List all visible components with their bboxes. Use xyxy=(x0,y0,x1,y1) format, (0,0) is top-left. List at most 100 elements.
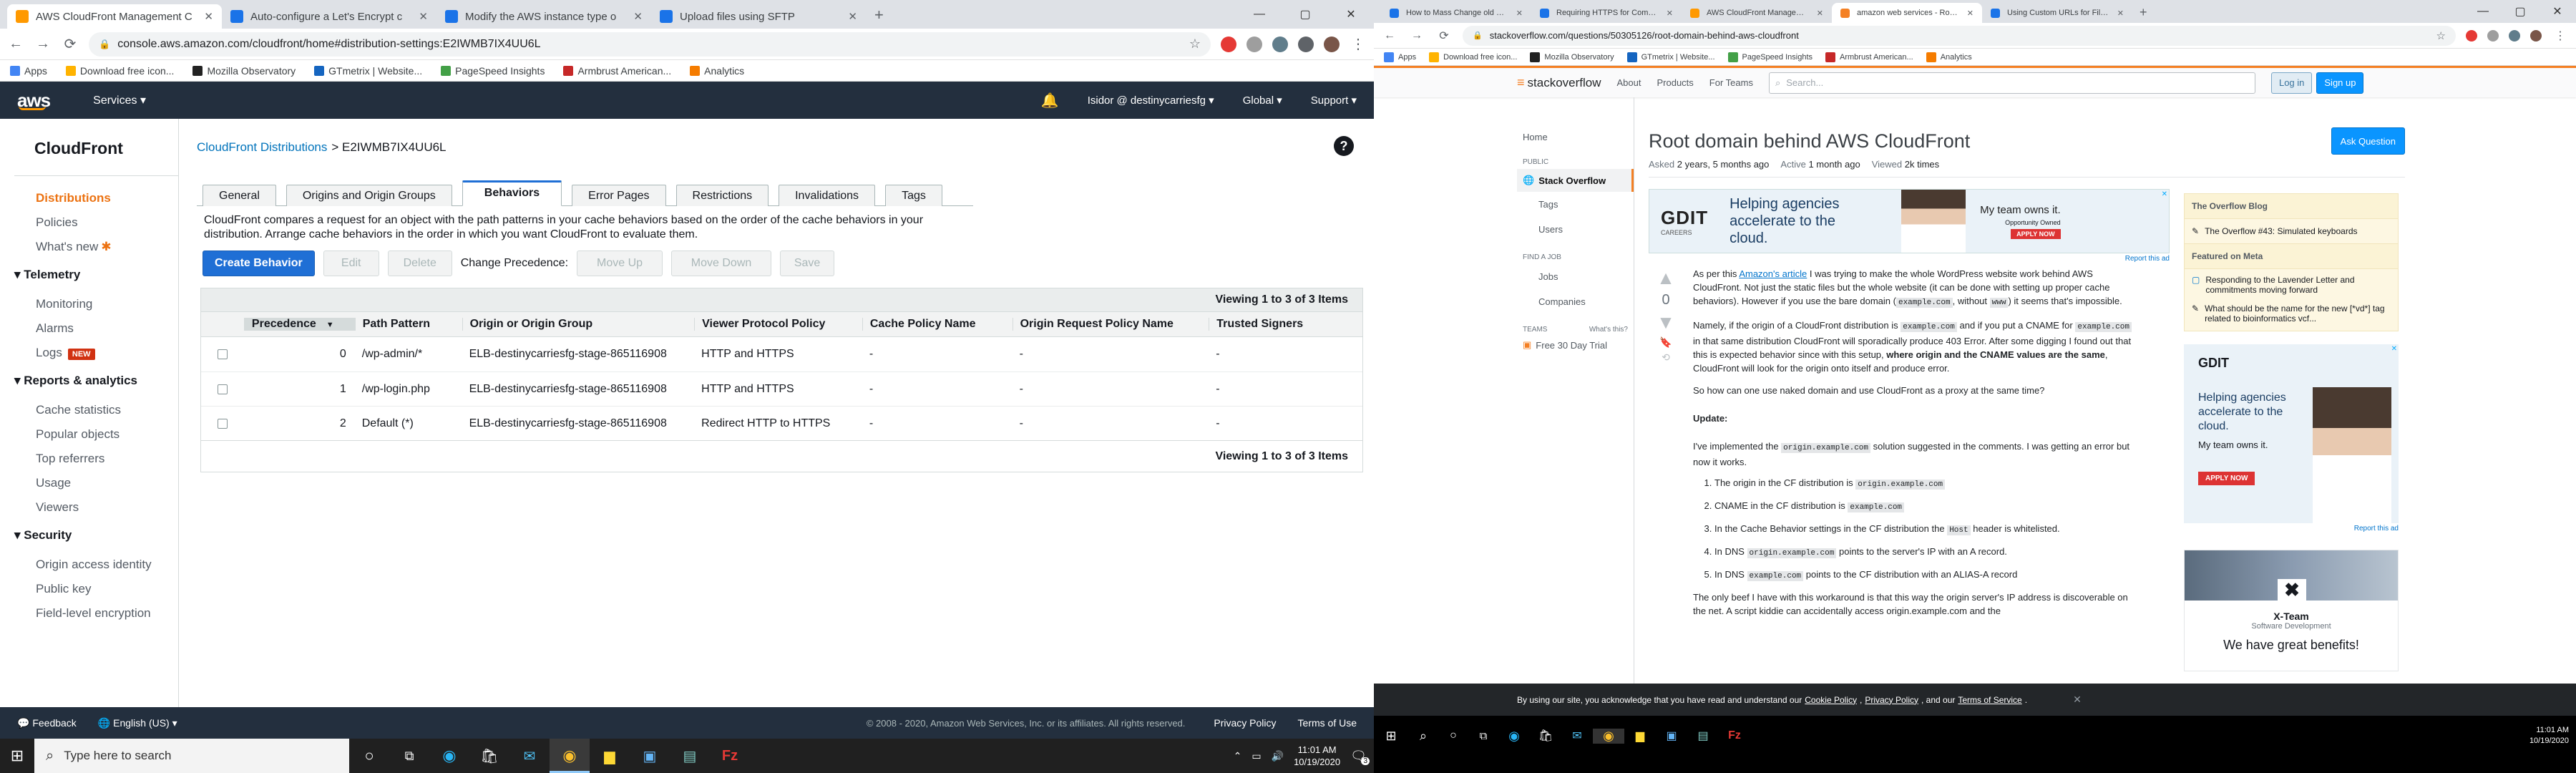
browser-tab[interactable]: Modify the AWS instance type o ✕ xyxy=(436,4,651,29)
privacy-policy-link[interactable]: Privacy Policy xyxy=(1214,717,1276,729)
services-menu[interactable]: Services ▾ xyxy=(93,93,146,107)
table-row[interactable]: 2 Default (*) ELB-destinycarriesfg-stage-8… xyxy=(201,406,1362,440)
back-icon[interactable]: ← xyxy=(7,36,24,52)
app-icon[interactable]: ▤ xyxy=(1687,729,1719,743)
browser-tab[interactable]: Upload files using SFTP ✕ xyxy=(651,4,866,29)
clock[interactable]: 11:01 AM 10/19/2020 xyxy=(1294,744,1340,768)
maximize-icon[interactable]: ▢ xyxy=(2502,0,2539,23)
side-report-ad-link[interactable]: Report this ad xyxy=(2184,525,2399,533)
forward-icon[interactable]: → xyxy=(1408,29,1425,42)
so-nav-for-teams[interactable]: For Teams xyxy=(1709,77,1753,88)
active-value[interactable]: 1 month ago xyxy=(1808,159,1860,170)
row-checkbox[interactable] xyxy=(217,418,228,429)
sidebar-item[interactable]: Viewers xyxy=(36,495,178,520)
login-button[interactable]: Log in xyxy=(2270,72,2313,94)
feedback-link[interactable]: 💬 Feedback xyxy=(17,717,77,729)
bookmark-item[interactable]: Armbrust American... xyxy=(1825,52,1913,62)
star-icon[interactable]: ☆ xyxy=(1189,37,1201,52)
sidebar-item[interactable]: Policies xyxy=(36,210,178,235)
tab-general[interactable]: General xyxy=(203,185,276,206)
side-ad-close-icon[interactable]: ✕ xyxy=(2391,345,2397,353)
file-explorer-icon[interactable]: ▆ xyxy=(1624,729,1656,743)
chrome-taskbar-icon[interactable]: ◉ xyxy=(550,739,590,773)
sidebar-item[interactable]: Field-level encryption xyxy=(36,601,178,626)
question-title[interactable]: Root domain behind AWS CloudFront xyxy=(1649,130,1970,152)
extension-icon[interactable] xyxy=(2466,29,2477,42)
filezilla-icon[interactable]: Fz xyxy=(1719,729,1750,742)
terms-of-service-link[interactable]: Terms of Service xyxy=(1958,695,2021,705)
task-view-icon[interactable]: ⧉ xyxy=(389,749,429,764)
support-menu[interactable]: Support ▾ xyxy=(1311,94,1357,107)
help-icon[interactable]: ? xyxy=(1334,136,1354,156)
sidebar-item[interactable]: Popular objects xyxy=(36,422,178,447)
tab-error-pages[interactable]: Error Pages xyxy=(572,185,666,206)
upvote-icon[interactable]: ▲ xyxy=(1657,267,1675,289)
side-ad-apply[interactable]: APPLY NOW xyxy=(2198,472,2255,485)
edge-icon[interactable]: ◉ xyxy=(429,747,469,765)
bookmark-item[interactable]: Apps xyxy=(1384,52,1416,62)
cortana-icon[interactable]: ○ xyxy=(349,747,389,765)
downvote-icon[interactable]: ▼ xyxy=(1657,311,1675,334)
menu-kebab-icon[interactable]: ⋮ xyxy=(2552,29,2569,43)
tab-behaviors[interactable]: Behaviors xyxy=(462,180,562,206)
tab-close-icon[interactable]: ✕ xyxy=(1516,9,1523,18)
maximize-icon[interactable]: ▢ xyxy=(1282,0,1328,29)
windows-start-icon[interactable]: ⊞ xyxy=(0,739,34,773)
mail-icon[interactable]: ✉ xyxy=(1561,729,1593,743)
minimize-icon[interactable]: — xyxy=(1236,0,1282,29)
browser-tab[interactable]: AWS CloudFront Management C ✕ xyxy=(7,4,222,29)
nav-home[interactable]: Home xyxy=(1517,127,1634,147)
tray-chevron-icon[interactable]: ⌃ xyxy=(1234,750,1242,762)
sort-desc-icon[interactable]: ▼ xyxy=(326,321,334,329)
volume-icon[interactable]: 🔊 xyxy=(1272,750,1284,762)
history-icon[interactable]: ⟲ xyxy=(1662,351,1670,364)
nav-users[interactable]: Users xyxy=(1517,217,1634,242)
row-checkbox[interactable] xyxy=(217,349,228,359)
bookmark-item[interactable]: Analytics xyxy=(1926,52,1972,62)
privacy-policy-link[interactable]: Privacy Policy xyxy=(1865,695,1918,705)
chrome-taskbar-icon[interactable]: ◉ xyxy=(1593,728,1624,744)
column-header[interactable]: Cache Policy Name xyxy=(862,318,1013,331)
sidebar-item[interactable]: Usage xyxy=(36,471,178,495)
nav-stack-overflow[interactable]: 🌐 Stack Overflow xyxy=(1517,169,1634,192)
so-nav-products[interactable]: Products xyxy=(1657,77,1693,88)
region-menu[interactable]: Global ▾ xyxy=(1243,94,1282,107)
reload-icon[interactable]: ⟳ xyxy=(62,35,79,53)
column-header[interactable]: Origin or Origin Group xyxy=(462,318,695,331)
cortana-icon[interactable]: ○ xyxy=(1438,729,1468,742)
bookmark-item[interactable]: Apps xyxy=(10,65,47,77)
column-header[interactable]: Path Pattern xyxy=(354,318,462,331)
bookmark-item[interactable]: Mozilla Observatory xyxy=(192,65,296,77)
extension-icon[interactable] xyxy=(1221,36,1236,52)
bookmark-item[interactable]: PageSpeed Insights xyxy=(1727,52,1813,62)
meta-item[interactable]: ✎ What should be the name for the new [*v… xyxy=(2185,301,2398,331)
tab-close-icon[interactable]: ✕ xyxy=(1667,9,1673,18)
bookmark-item[interactable]: GTmetrix | Website... xyxy=(1626,52,1715,62)
tab-tags[interactable]: Tags xyxy=(885,185,942,206)
tab-close-icon[interactable]: ✕ xyxy=(1817,9,1823,18)
close-window-icon[interactable]: ✕ xyxy=(2539,0,2576,23)
tab-close-icon[interactable]: ✕ xyxy=(204,10,213,23)
table-row[interactable]: 0/wp-admin/* ELB-destinycarriesfg-stage-8… xyxy=(201,337,1362,371)
extensions-puzzle-icon[interactable] xyxy=(1298,36,1314,52)
network-icon[interactable]: ▭ xyxy=(1252,750,1261,762)
menu-kebab-icon[interactable]: ⋮ xyxy=(1350,35,1367,53)
forward-icon[interactable]: → xyxy=(34,36,52,52)
browser-tab[interactable]: AWS CloudFront Management C ✕ xyxy=(1682,3,1832,23)
ask-question-button[interactable]: Ask Question xyxy=(2331,127,2405,155)
cookie-close-icon[interactable]: ✕ xyxy=(2073,694,2082,706)
tab-close-icon[interactable]: ✕ xyxy=(848,10,857,23)
save-button[interactable]: Save xyxy=(780,251,835,276)
store-icon[interactable]: 🛍 xyxy=(469,747,509,765)
mail-icon[interactable]: ✉ xyxy=(509,747,550,765)
signup-button[interactable]: Sign up xyxy=(2316,72,2364,94)
clock[interactable]: 11:01 AM 10/19/2020 xyxy=(2529,725,2576,747)
ad-close-icon[interactable]: ✕ xyxy=(2162,190,2167,198)
extension-icon[interactable] xyxy=(1272,36,1288,52)
reports-section-header[interactable]: ▾ Reports & analytics xyxy=(0,374,178,388)
tab-close-icon[interactable]: ✕ xyxy=(1967,9,1974,18)
extension-icon[interactable] xyxy=(2487,29,2499,42)
nav-companies[interactable]: Companies xyxy=(1517,289,1634,314)
edge-icon[interactable]: ◉ xyxy=(1498,729,1530,744)
user-menu[interactable]: Isidor @ destinycarriesfg ▾ xyxy=(1088,94,1214,107)
